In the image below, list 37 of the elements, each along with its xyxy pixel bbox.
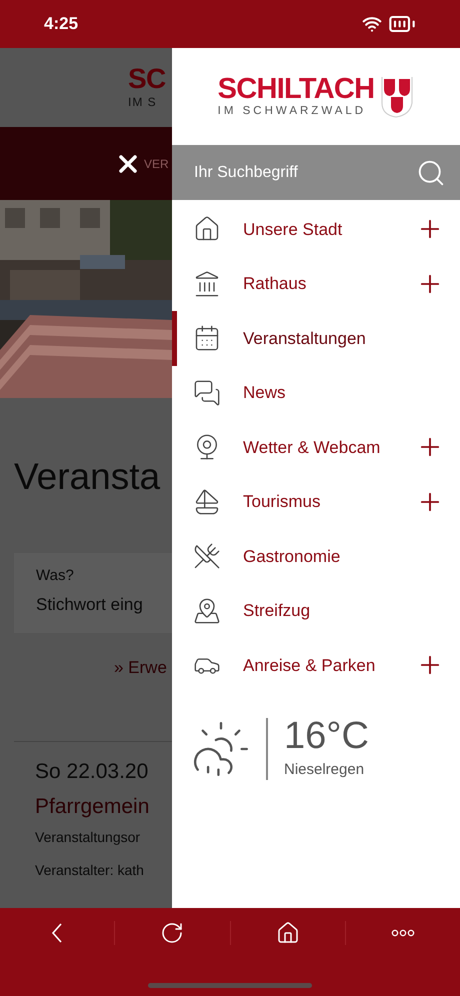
search-bar[interactable]: Ihr Suchbegriff — [172, 145, 460, 200]
chevron-left-icon — [51, 923, 64, 943]
menu-item[interactable]: Streifzug — [172, 584, 460, 638]
reload-icon — [160, 921, 184, 945]
dots-icon — [390, 929, 415, 937]
sailboat-icon — [193, 488, 221, 516]
menu-item[interactable]: Rathaus — [172, 256, 460, 311]
logo-title: SCHILTACH — [218, 74, 374, 104]
chat-bubbles-icon — [193, 378, 221, 407]
search-label: Was? — [36, 566, 75, 586]
calendar-icon — [193, 324, 221, 352]
logo-subtitle: IM SCHWARZWALD — [218, 104, 366, 118]
logo-text: SC — [128, 64, 166, 92]
page-heading: Veransta — [14, 458, 162, 495]
weather-condition: Nieselregen — [284, 760, 366, 780]
event-location: Veranstaltungsor — [35, 828, 142, 847]
columns-building-icon — [193, 270, 221, 298]
status-time: 4:25 — [44, 13, 78, 36]
search-field[interactable]: Ihr Suchbegriff — [194, 160, 416, 184]
menu-item[interactable]: Veranstaltungen — [172, 311, 460, 366]
event-date: So 22.03.20 — [35, 758, 150, 784]
logo-subtitle: IM S — [128, 94, 157, 110]
wifi-icon — [362, 14, 382, 34]
menu-item[interactable]: Anreise & Parken — [172, 638, 460, 692]
menu-item[interactable]: News — [172, 366, 460, 420]
menu-item[interactable]: Unsere Stadt — [172, 202, 460, 256]
map-pin-icon — [193, 596, 221, 625]
keyword-field[interactable]: Stichwort eing — [36, 592, 164, 617]
coat-of-arms-icon — [380, 74, 414, 118]
fork-knife-icon — [193, 542, 221, 570]
menu-item[interactable]: Tourismus — [172, 474, 460, 529]
event-organizer: Veranstalter: kath — [35, 860, 145, 880]
temperature: 16°C — [284, 716, 369, 754]
house-icon — [276, 921, 300, 945]
menu-item[interactable]: Wetter & Webcam — [172, 420, 460, 474]
nav-label: VER — [144, 156, 169, 172]
menu-item[interactable]: Gastronomie — [172, 529, 460, 584]
